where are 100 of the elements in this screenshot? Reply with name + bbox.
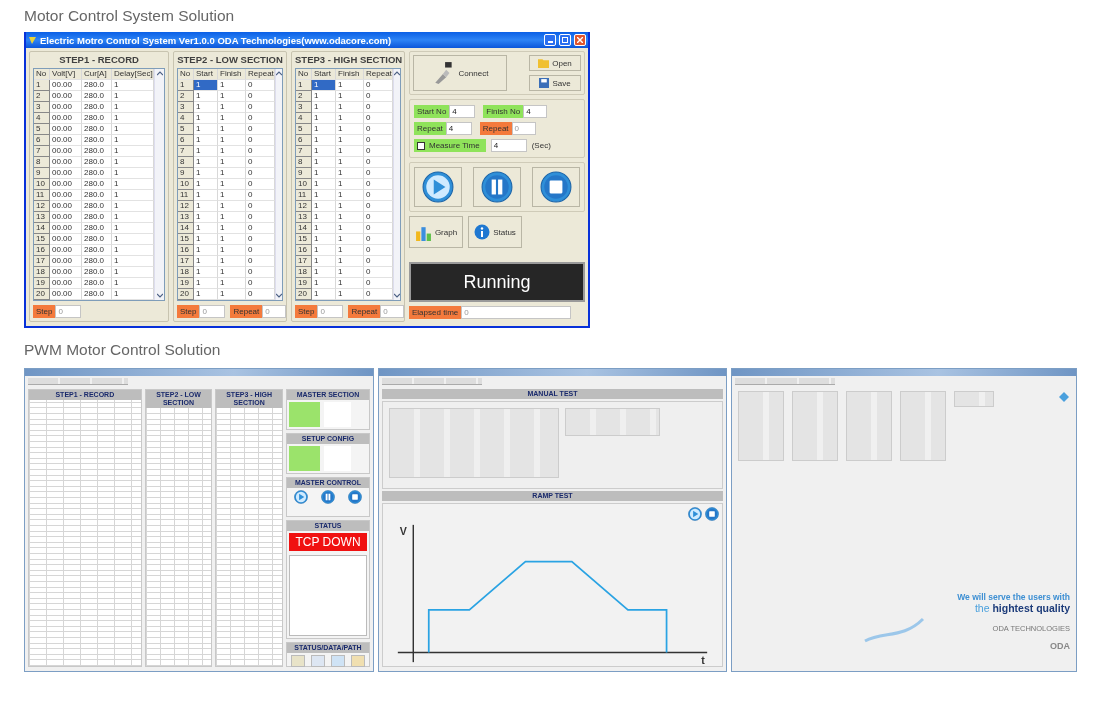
- table-cell[interactable]: 0: [246, 135, 275, 146]
- table-cell[interactable]: 1: [112, 223, 154, 234]
- stop-button[interactable]: [532, 167, 580, 207]
- table-cell[interactable]: 0: [364, 289, 393, 300]
- table-cell[interactable]: 1: [218, 157, 246, 168]
- table-cell[interactable]: 1: [336, 190, 364, 201]
- connect-button[interactable]: Connect: [413, 55, 507, 91]
- minimize-button[interactable]: [544, 34, 556, 46]
- table-cell[interactable]: 0: [246, 234, 275, 245]
- table-cell[interactable]: 1: [336, 157, 364, 168]
- table-cell[interactable]: 0: [246, 102, 275, 113]
- table-cell[interactable]: 1: [194, 190, 218, 201]
- table-cell[interactable]: 0: [364, 223, 393, 234]
- chevron-up-icon[interactable]: [156, 71, 163, 76]
- table-cell[interactable]: 1: [194, 234, 218, 245]
- table-cell[interactable]: 1: [112, 201, 154, 212]
- table-cell[interactable]: 1: [218, 289, 246, 300]
- table-cell[interactable]: 0: [364, 278, 393, 289]
- table-cell[interactable]: 1: [194, 80, 218, 91]
- table-cell[interactable]: 1: [312, 278, 336, 289]
- table-cell[interactable]: 0: [364, 201, 393, 212]
- table-cell[interactable]: 1: [218, 102, 246, 113]
- table-cell[interactable]: 0: [364, 135, 393, 146]
- table-cell[interactable]: 0: [246, 278, 275, 289]
- input-field[interactable]: 4: [449, 105, 476, 118]
- table-cell[interactable]: 1: [336, 245, 364, 256]
- table-cell[interactable]: 0: [364, 102, 393, 113]
- table-cell[interactable]: 1: [312, 201, 336, 212]
- table-cell[interactable]: 1: [194, 91, 218, 102]
- table-cell[interactable]: 1: [112, 168, 154, 179]
- table-cell[interactable]: 1: [218, 168, 246, 179]
- table-cell[interactable]: 1: [312, 179, 336, 190]
- table-cell[interactable]: 1: [112, 124, 154, 135]
- maximize-button[interactable]: [559, 34, 571, 46]
- table-cell[interactable]: 0: [246, 113, 275, 124]
- table-cell[interactable]: 1: [312, 91, 336, 102]
- table-cell[interactable]: 0: [246, 201, 275, 212]
- measure-time-checkbox[interactable]: Measure Time: [414, 139, 486, 152]
- table-cell[interactable]: 0: [364, 190, 393, 201]
- table-cell[interactable]: 0: [246, 190, 275, 201]
- table-cell[interactable]: 1: [194, 102, 218, 113]
- table-cell[interactable]: 0: [364, 234, 393, 245]
- table-cell[interactable]: 1: [194, 245, 218, 256]
- table-cell[interactable]: 1: [194, 278, 218, 289]
- table-cell[interactable]: 1: [112, 245, 154, 256]
- table-cell[interactable]: 1: [312, 190, 336, 201]
- table-cell[interactable]: 1: [218, 223, 246, 234]
- table-cell[interactable]: 1: [312, 135, 336, 146]
- table-cell[interactable]: 1: [218, 135, 246, 146]
- table-cell[interactable]: 1: [336, 124, 364, 135]
- table-cell[interactable]: 1: [218, 91, 246, 102]
- table-cell[interactable]: 1: [194, 157, 218, 168]
- table-cell[interactable]: 1: [218, 256, 246, 267]
- table-cell[interactable]: 280.0: [82, 289, 112, 300]
- table-cell[interactable]: 1: [336, 102, 364, 113]
- table-cell[interactable]: 1: [112, 157, 154, 168]
- table-cell[interactable]: 1: [336, 234, 364, 245]
- table-cell[interactable]: 1: [218, 190, 246, 201]
- table-cell[interactable]: 1: [112, 212, 154, 223]
- table-cell[interactable]: 1: [218, 113, 246, 124]
- table-cell[interactable]: 0: [246, 223, 275, 234]
- table-cell[interactable]: 1: [312, 157, 336, 168]
- table-cell[interactable]: 1: [112, 179, 154, 190]
- table-cell[interactable]: 1: [336, 278, 364, 289]
- table-cell[interactable]: 0: [364, 80, 393, 91]
- table-cell[interactable]: 0: [246, 91, 275, 102]
- table-cell[interactable]: 1: [112, 289, 154, 300]
- graph-button[interactable]: Graph: [409, 216, 463, 248]
- table-cell[interactable]: 1: [336, 223, 364, 234]
- table-cell[interactable]: 1: [336, 135, 364, 146]
- table-cell[interactable]: 1: [194, 201, 218, 212]
- table-cell[interactable]: 1: [336, 179, 364, 190]
- table-cell[interactable]: 1: [218, 124, 246, 135]
- table-cell[interactable]: 1: [112, 102, 154, 113]
- table-cell[interactable]: 0: [364, 91, 393, 102]
- table-cell[interactable]: 00.00: [50, 289, 82, 300]
- table-cell[interactable]: 0: [246, 179, 275, 190]
- input-field[interactable]: 4: [445, 122, 472, 135]
- table-cell[interactable]: 1: [112, 190, 154, 201]
- table-cell[interactable]: 1: [218, 267, 246, 278]
- table-cell[interactable]: 1: [336, 212, 364, 223]
- table-cell[interactable]: 1: [218, 234, 246, 245]
- table-cell[interactable]: 0: [364, 245, 393, 256]
- table-cell[interactable]: 1: [194, 113, 218, 124]
- table-cell[interactable]: 1: [194, 267, 218, 278]
- scrollbar[interactable]: [154, 69, 164, 300]
- table-cell[interactable]: 0: [246, 267, 275, 278]
- table-cell[interactable]: 1: [312, 234, 336, 245]
- table-cell[interactable]: 0: [246, 157, 275, 168]
- table-cell[interactable]: 1: [194, 212, 218, 223]
- table-cell[interactable]: 1: [218, 245, 246, 256]
- table-cell[interactable]: 0: [364, 212, 393, 223]
- status-button[interactable]: Status: [468, 216, 522, 248]
- table-cell[interactable]: 1: [194, 146, 218, 157]
- table-cell[interactable]: 1: [194, 223, 218, 234]
- table-cell[interactable]: 1: [194, 289, 218, 300]
- table-cell[interactable]: 0: [364, 146, 393, 157]
- table-cell[interactable]: 1: [112, 113, 154, 124]
- table-cell[interactable]: 0: [246, 80, 275, 91]
- scrollbar[interactable]: [274, 69, 282, 300]
